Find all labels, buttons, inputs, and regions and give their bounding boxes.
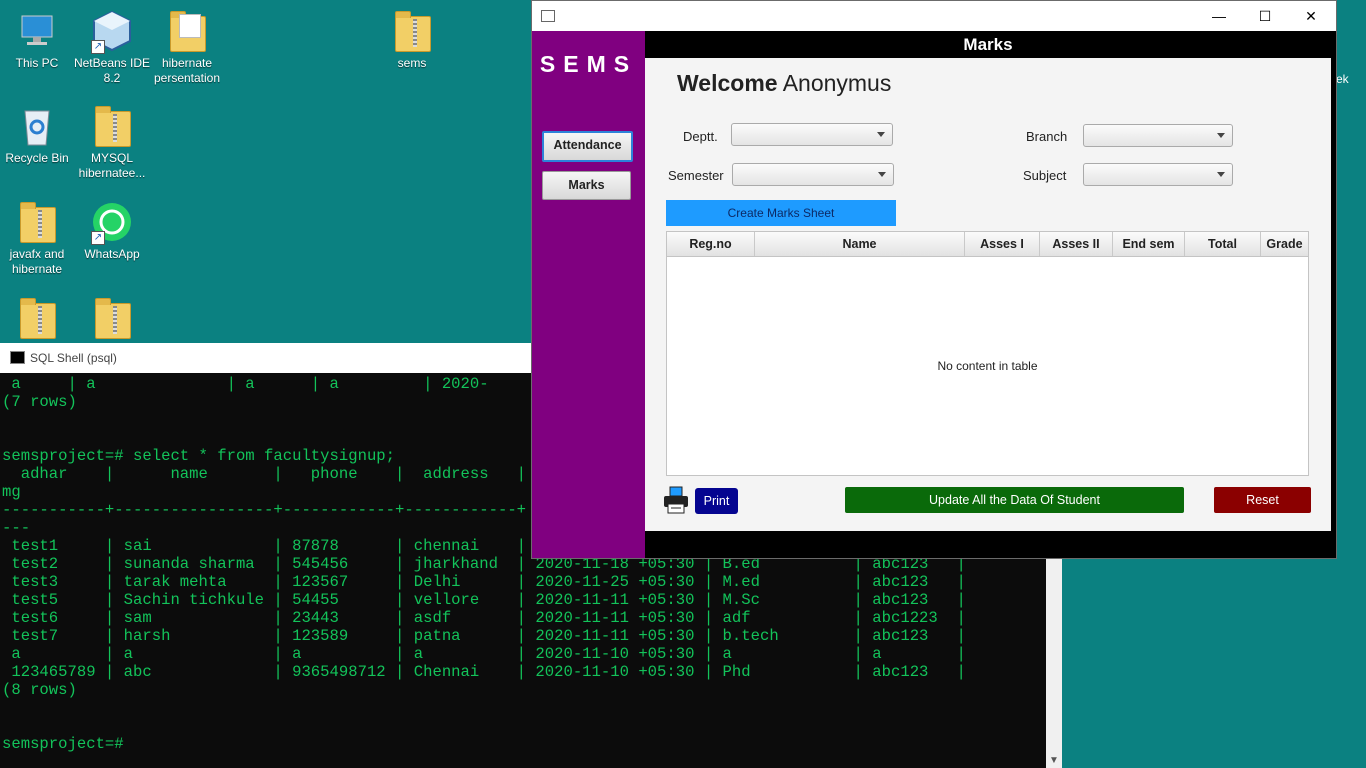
netbeans-icon: ↗ xyxy=(91,10,133,54)
desktop-icon-this-pc[interactable]: This PC xyxy=(0,10,79,71)
terminal-icon xyxy=(10,351,25,364)
semester-label: Semester xyxy=(668,168,724,183)
app-window-icon xyxy=(541,10,555,22)
marks-window-titlebar[interactable]: — ☐ ✕ xyxy=(532,1,1336,31)
chevron-down-icon xyxy=(878,172,886,177)
printer-icon[interactable] xyxy=(662,486,690,514)
desktop-icon-whatsapp[interactable]: ↗ WhatsApp xyxy=(70,201,154,262)
column-header-total[interactable]: Total xyxy=(1185,232,1261,256)
column-header-asses-i[interactable]: Asses I xyxy=(965,232,1040,256)
desktop-icon-label: hibernate persentation xyxy=(153,56,221,85)
column-header-reg-no[interactable]: Reg.no xyxy=(667,232,755,256)
folder-icon xyxy=(166,10,208,52)
subject-select[interactable] xyxy=(1083,163,1233,186)
marks-button[interactable]: Marks xyxy=(542,171,631,200)
desktop-icon-folder-partial[interactable] xyxy=(70,297,154,343)
desktop-icon-recycle-bin[interactable]: Recycle Bin xyxy=(0,105,79,166)
maximize-button[interactable]: ☐ xyxy=(1242,1,1288,31)
table-empty-message: No content in table xyxy=(937,358,1038,373)
sems-logo: SEMS xyxy=(539,51,638,77)
computer-icon xyxy=(16,10,58,52)
branch-select[interactable] xyxy=(1083,124,1233,147)
desktop-icon-netbeans[interactable]: ↗ NetBeans IDE 8.2 xyxy=(70,10,154,86)
desktop-icon-label: MYSQL hibernatee... xyxy=(78,151,146,180)
chevron-down-icon xyxy=(877,132,885,137)
column-header-name[interactable]: Name xyxy=(755,232,965,256)
recycle-bin-icon xyxy=(16,105,58,147)
column-header-end-sem[interactable]: End sem xyxy=(1113,232,1185,256)
chevron-down-icon xyxy=(1217,172,1225,177)
table-header: Reg.no Name Asses I Asses II End sem Tot… xyxy=(667,232,1308,257)
welcome-prefix: Welcome xyxy=(677,70,778,96)
folder-icon xyxy=(16,201,58,243)
desktop-icon-label: sems xyxy=(397,56,427,70)
welcome-user: Anonymus xyxy=(782,70,892,96)
sidebar: SEMS Attendance Marks xyxy=(532,31,645,558)
marks-table[interactable]: Reg.no Name Asses I Asses II End sem Tot… xyxy=(666,231,1309,476)
desktop-icon-label: NetBeans IDE 8.2 xyxy=(73,56,151,85)
column-header-asses-ii[interactable]: Asses II xyxy=(1040,232,1113,256)
desktop-icon-label: This PC xyxy=(15,56,59,70)
print-button[interactable]: Print xyxy=(695,488,738,514)
subject-label: Subject xyxy=(1023,168,1067,183)
branch-label: Branch xyxy=(1026,129,1068,144)
folder-icon xyxy=(391,10,433,52)
attendance-button[interactable]: Attendance xyxy=(542,131,633,162)
desktop-icon-mysql-hibernate[interactable]: MYSQL hibernatee... xyxy=(70,105,154,181)
desktop-icon-javafx-hibernate[interactable]: javafx and hibernate xyxy=(0,201,79,277)
desktop-icon-folder-partial[interactable] xyxy=(0,297,79,343)
marks-content: Welcome Anonymus Deptt. Branch Semester … xyxy=(645,58,1331,531)
folder-icon xyxy=(91,297,133,339)
folder-icon xyxy=(16,297,58,339)
desktop-icon-label: WhatsApp xyxy=(84,247,140,261)
reset-button[interactable]: Reset xyxy=(1214,487,1311,513)
close-button[interactable]: ✕ xyxy=(1288,1,1334,31)
deptt-label: Deptt. xyxy=(683,129,718,144)
whatsapp-icon: ↗ xyxy=(91,201,133,245)
update-all-button[interactable]: Update All the Data Of Student xyxy=(845,487,1184,513)
create-marks-sheet-button[interactable]: Create Marks Sheet xyxy=(666,200,896,226)
desktop-icon-hibernate-persentation[interactable]: hibernate persentation xyxy=(145,10,229,86)
minimize-button[interactable]: — xyxy=(1196,1,1242,31)
desktop-icon-label: Recycle Bin xyxy=(5,151,69,165)
semester-select[interactable] xyxy=(732,163,894,186)
sql-shell-title: SQL Shell (psql) xyxy=(30,351,117,365)
scroll-down-icon[interactable]: ▼ xyxy=(1049,755,1059,766)
welcome-heading: Welcome Anonymus xyxy=(677,70,891,97)
chevron-down-icon xyxy=(1217,133,1225,138)
marks-app-window[interactable]: — ☐ ✕ SEMS Attendance Marks Marks Welcom… xyxy=(531,0,1337,559)
desktop-icon-label: javafx and hibernate xyxy=(9,247,65,276)
column-header-grade[interactable]: Grade xyxy=(1261,232,1308,256)
desktop-icon-sems[interactable]: sems xyxy=(370,10,454,71)
deptt-select[interactable] xyxy=(731,123,893,146)
desktop-edge-text: ek xyxy=(1336,72,1349,86)
page-title: Marks xyxy=(645,31,1331,58)
folder-icon xyxy=(91,105,133,147)
